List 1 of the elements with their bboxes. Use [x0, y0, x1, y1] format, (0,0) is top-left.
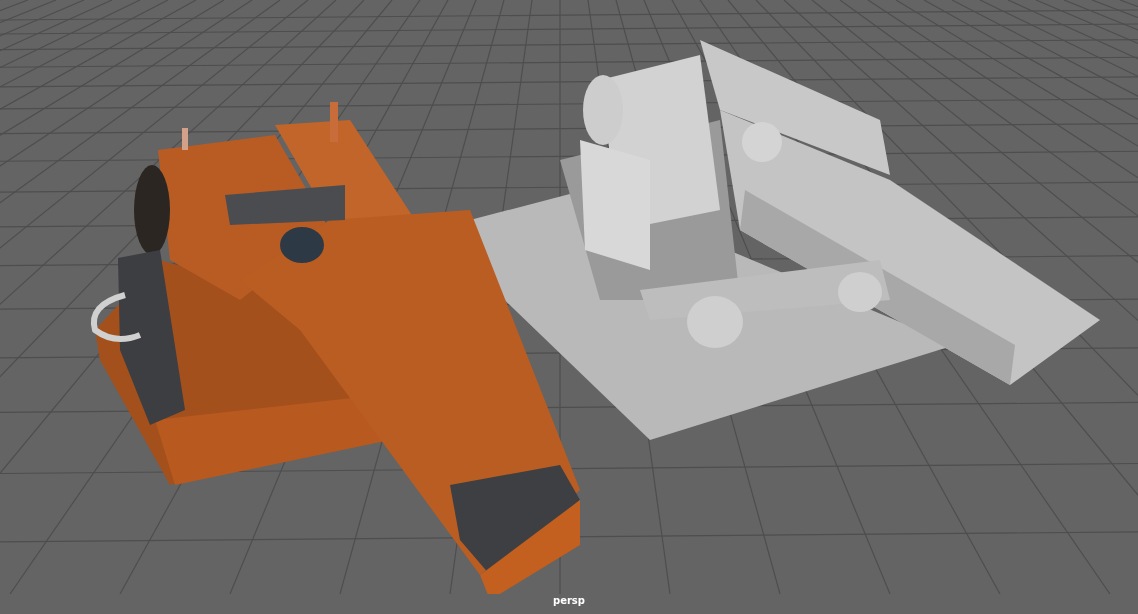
camera-label: persp [553, 596, 585, 606]
